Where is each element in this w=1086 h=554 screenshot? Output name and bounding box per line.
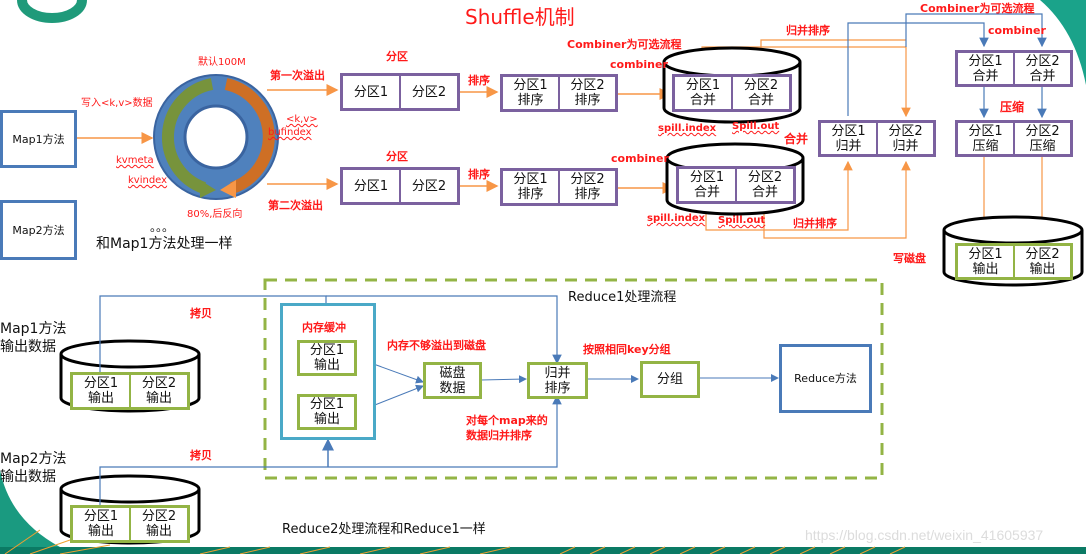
merge-sort-label-2: 归并排序 bbox=[793, 217, 837, 230]
partition-2: 分区2 bbox=[399, 76, 457, 108]
partition-group-1: 分区1 分区2 bbox=[340, 73, 460, 111]
combiner-label-2: combiner bbox=[611, 152, 669, 165]
spill2-label: 第二次溢出 bbox=[268, 199, 323, 212]
copy-label-2: 拷贝 bbox=[190, 449, 212, 462]
merge-sort-box: 归并 排序 bbox=[527, 362, 588, 399]
combined-group-2: 分区1 合并 分区2 合并 bbox=[676, 166, 796, 204]
copy-label-1: 拷贝 bbox=[190, 307, 212, 320]
compressed-partition-2: 分区2 压缩 bbox=[1013, 123, 1070, 154]
kv-label: <k,v> bbox=[286, 114, 318, 125]
map1-output-label: Map1方法 输出数据 bbox=[0, 321, 67, 355]
combined-group-1: 分区1 合并 分区2 合并 bbox=[672, 74, 792, 112]
spill-index-label-1: spill.index bbox=[658, 123, 717, 134]
watermark: https://blog.csdn.net/weixin_41605937 bbox=[805, 527, 1044, 543]
group-text: 分组 bbox=[656, 372, 683, 387]
disk-data-text: 磁盘 数据 bbox=[439, 365, 466, 396]
combiner-label-3: combiner bbox=[988, 24, 1046, 37]
combiner-optional-label: Combiner为可选流程 bbox=[567, 38, 682, 51]
kvmeta-label: kvmeta bbox=[116, 155, 154, 166]
partition-label-1: 分区 bbox=[386, 50, 408, 63]
combined-final-partition-2: 分区2 合并 bbox=[1013, 53, 1070, 84]
map1-output-group: 分区1 输出 分区2 输出 bbox=[70, 372, 190, 410]
write-disk-label: 写磁盘 bbox=[893, 252, 926, 265]
combined-partition-1: 分区1 合并 bbox=[689, 170, 725, 200]
sorted-partition-1: 分区1 排序 bbox=[513, 78, 548, 108]
compressed-group: 分区1 压缩 分区2 压缩 bbox=[955, 120, 1073, 157]
combined-partition-1: 分区1 合并 bbox=[685, 78, 721, 108]
threshold-label: 80%,后反向 bbox=[187, 209, 243, 220]
buffer-item-2-text: 分区1 输出 bbox=[309, 397, 345, 427]
merge-sort-text: 归并 排序 bbox=[544, 365, 571, 396]
combined-partition-2: 分区2 合并 bbox=[731, 77, 789, 109]
map1-output-partition-2: 分区2 输出 bbox=[129, 375, 187, 407]
buffer-item-1-text: 分区1 输出 bbox=[309, 343, 345, 373]
memory-buffer-label: 内存缓冲 bbox=[302, 321, 346, 334]
buffer-item-1: 分区1 输出 bbox=[297, 340, 357, 376]
kvindex-label: kvindex bbox=[128, 175, 168, 186]
group-by-key-label: 按照相同key分组 bbox=[583, 343, 671, 356]
sorted-group-1: 分区1 排序 分区2 排序 bbox=[500, 74, 618, 112]
circular-buffer bbox=[153, 74, 279, 200]
map1-method-box: Map1方法 bbox=[0, 110, 77, 168]
combiner-label-1: combiner bbox=[610, 58, 668, 71]
partition-1: 分区1 bbox=[353, 178, 389, 194]
sort-label-1: 排序 bbox=[468, 74, 490, 87]
write-kv-label: 写入<k,v>数据 bbox=[81, 98, 153, 109]
sort-label-2: 排序 bbox=[468, 168, 490, 181]
map2-method-box: Map2方法 bbox=[0, 200, 77, 260]
bufindex-label: bufindex bbox=[268, 127, 312, 138]
spill-index-label-2: spill.index bbox=[647, 213, 706, 224]
spill1-label: 第一次溢出 bbox=[270, 69, 325, 82]
reduce1-title: Reduce1处理流程 bbox=[568, 290, 677, 305]
map2-output-partition-1: 分区1 输出 bbox=[83, 509, 119, 539]
spill-to-disk-label: 内存不够溢出到磁盘 bbox=[387, 339, 486, 352]
sorted-partition-2: 分区2 排序 bbox=[558, 77, 615, 109]
reduce-method-box: Reduce方法 bbox=[779, 344, 872, 413]
merge-note: 对每个map来的 数据归并排序 bbox=[466, 414, 548, 442]
merge-label: 合并 bbox=[784, 132, 809, 146]
map2-caption: 和Map1方法处理一样 bbox=[96, 236, 233, 252]
map1-output-partition-1: 分区1 输出 bbox=[83, 376, 119, 406]
partition-1: 分区1 bbox=[353, 84, 389, 100]
logo-ring-decoration bbox=[17, 0, 87, 23]
sorted-partition-2: 分区2 排序 bbox=[558, 171, 615, 203]
partition-label-2: 分区 bbox=[386, 150, 408, 163]
merged-partition-2: 分区2 归并 bbox=[876, 123, 933, 154]
combined-partition-2: 分区2 合并 bbox=[735, 169, 793, 201]
combined-final-partition-1: 分区1 合并 bbox=[968, 53, 1003, 84]
map2-output-group: 分区1 输出 分区2 输出 bbox=[70, 505, 190, 543]
reduce-method-text: Reduce方法 bbox=[794, 372, 857, 385]
partition-group-2: 分区1 分区2 bbox=[340, 167, 460, 205]
page-title: Shuffle机制 bbox=[465, 5, 575, 29]
merged-partition-1: 分区1 归并 bbox=[831, 123, 866, 154]
spill-out-label-2: Spill.out bbox=[718, 215, 766, 226]
combiner-optional-label-2: Combiner为可选流程 bbox=[920, 2, 1035, 15]
buffer-item-2: 分区1 输出 bbox=[297, 394, 357, 430]
group-box: 分组 bbox=[640, 361, 700, 398]
merged-group: 分区1 归并 分区2 归并 bbox=[818, 120, 936, 157]
map2-output-label: Map2方法 输出数据 bbox=[0, 451, 67, 485]
partition-2: 分区2 bbox=[399, 170, 457, 202]
spill-out-label-1: Spill.out bbox=[732, 121, 780, 132]
buffer-size-label: 默认100M bbox=[198, 57, 246, 68]
reduce2-caption: Reduce2处理流程和Reduce1一样 bbox=[282, 522, 486, 537]
sorted-group-2: 分区1 排序 分区2 排序 bbox=[500, 168, 618, 206]
merge-sort-label-1: 归并排序 bbox=[786, 24, 830, 37]
disk-data-box: 磁盘 数据 bbox=[423, 362, 482, 399]
sorted-partition-1: 分区1 排序 bbox=[513, 172, 548, 202]
output-partition-1: 分区1 输出 bbox=[968, 246, 1003, 277]
compressed-partition-1: 分区1 压缩 bbox=[968, 123, 1003, 154]
compress-label: 压缩 bbox=[1000, 100, 1025, 114]
output-partition-2: 分区2 输出 bbox=[1013, 246, 1070, 277]
output-group: 分区1 输出 分区2 输出 bbox=[955, 243, 1073, 280]
combined-group-final: 分区1 合并 分区2 合并 bbox=[955, 50, 1073, 87]
map2-output-partition-2: 分区2 输出 bbox=[129, 508, 187, 540]
